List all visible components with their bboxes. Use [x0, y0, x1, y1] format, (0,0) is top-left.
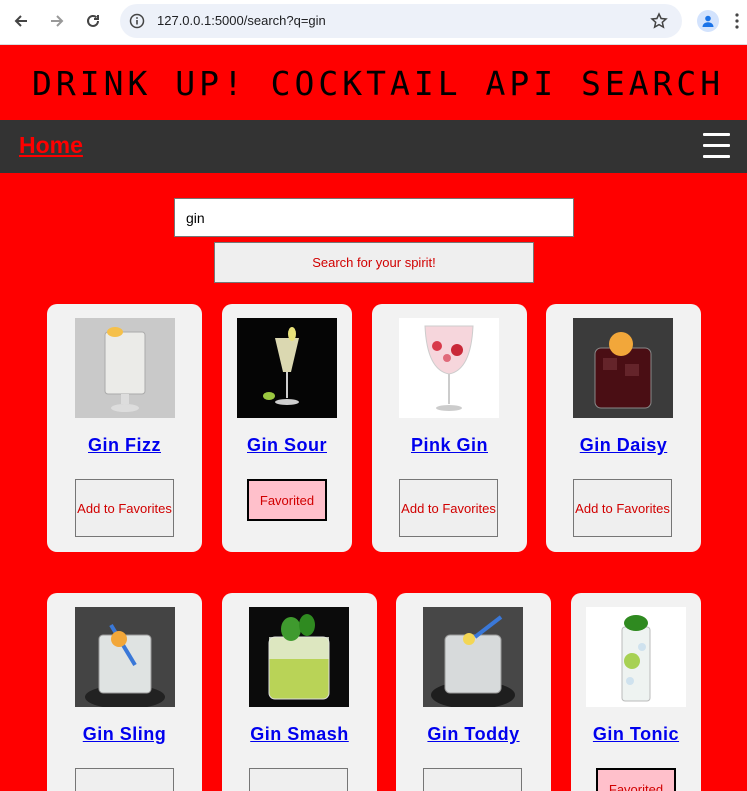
cocktail-image[interactable]: [586, 607, 686, 707]
home-link[interactable]: Home: [19, 132, 83, 159]
url-text: 127.0.0.1:5000/search?q=gin: [157, 13, 326, 28]
cocktail-image[interactable]: [75, 318, 175, 418]
cocktail-card: Gin Fizz Add to Favorites: [47, 304, 202, 552]
address-bar[interactable]: 127.0.0.1:5000/search?q=gin: [120, 4, 682, 38]
cocktail-card: Gin Sour Favorited: [222, 304, 352, 552]
add-to-favorites-button[interactable]: Add to Favorites: [399, 479, 498, 537]
cocktail-name-link[interactable]: Pink Gin: [372, 435, 527, 456]
cocktail-image[interactable]: [399, 318, 499, 418]
browser-toolbar: 127.0.0.1:5000/search?q=gin: [0, 0, 747, 45]
cocktail-card: Pink Gin Add to Favorites: [372, 304, 527, 552]
cocktail-name-link[interactable]: Gin Toddy: [396, 724, 551, 745]
cocktail-name-link[interactable]: Gin Daisy: [546, 435, 701, 456]
profile-avatar-icon[interactable]: [697, 10, 719, 32]
back-icon[interactable]: [10, 10, 32, 32]
site-info-icon[interactable]: [129, 13, 145, 29]
navbar: Home: [0, 120, 747, 173]
page-title: DRINK UP! COCKTAIL API SEARCH: [32, 64, 725, 103]
cocktail-name-link[interactable]: Gin Fizz: [47, 435, 202, 456]
add-to-favorites-button[interactable]: Add to Favorites: [249, 768, 348, 791]
cocktail-name-link[interactable]: Gin Sling: [47, 724, 202, 745]
add-to-favorites-button[interactable]: Add to Favorites: [423, 768, 522, 791]
cocktail-card: Gin Smash Add to Favorites: [222, 593, 377, 791]
cocktail-image[interactable]: [237, 318, 337, 418]
search-input[interactable]: [174, 198, 574, 237]
cocktail-name-link[interactable]: Gin Sour: [222, 435, 352, 456]
cocktail-name-link[interactable]: Gin Tonic: [571, 724, 701, 745]
reload-icon[interactable]: [82, 10, 104, 32]
site-header: DRINK UP! COCKTAIL API SEARCH: [0, 46, 747, 120]
search-button[interactable]: Search for your spirit!: [214, 242, 534, 283]
cocktail-card: Gin Daisy Add to Favorites: [546, 304, 701, 552]
hamburger-menu-icon[interactable]: [703, 133, 730, 158]
add-to-favorites-button[interactable]: Add to Favorites: [75, 479, 174, 537]
cocktail-card: Gin Toddy Add to Favorites: [396, 593, 551, 791]
forward-icon[interactable]: [46, 10, 68, 32]
favorited-button[interactable]: Favorited: [247, 479, 327, 521]
add-to-favorites-button[interactable]: Add to Favorites: [75, 768, 174, 791]
cocktail-card: Gin Tonic Favorited: [571, 593, 701, 791]
cocktail-image[interactable]: [249, 607, 349, 707]
cocktail-name-link[interactable]: Gin Smash: [222, 724, 377, 745]
cocktail-image[interactable]: [75, 607, 175, 707]
cocktail-card: Gin Sling Add to Favorites: [47, 593, 202, 791]
favorited-button[interactable]: Favorited: [596, 768, 676, 791]
add-to-favorites-button[interactable]: Add to Favorites: [573, 479, 672, 537]
cocktail-image[interactable]: [423, 607, 523, 707]
cocktail-image[interactable]: [573, 318, 673, 418]
browser-menu-icon[interactable]: [735, 12, 739, 30]
bookmark-star-icon[interactable]: [650, 12, 668, 30]
